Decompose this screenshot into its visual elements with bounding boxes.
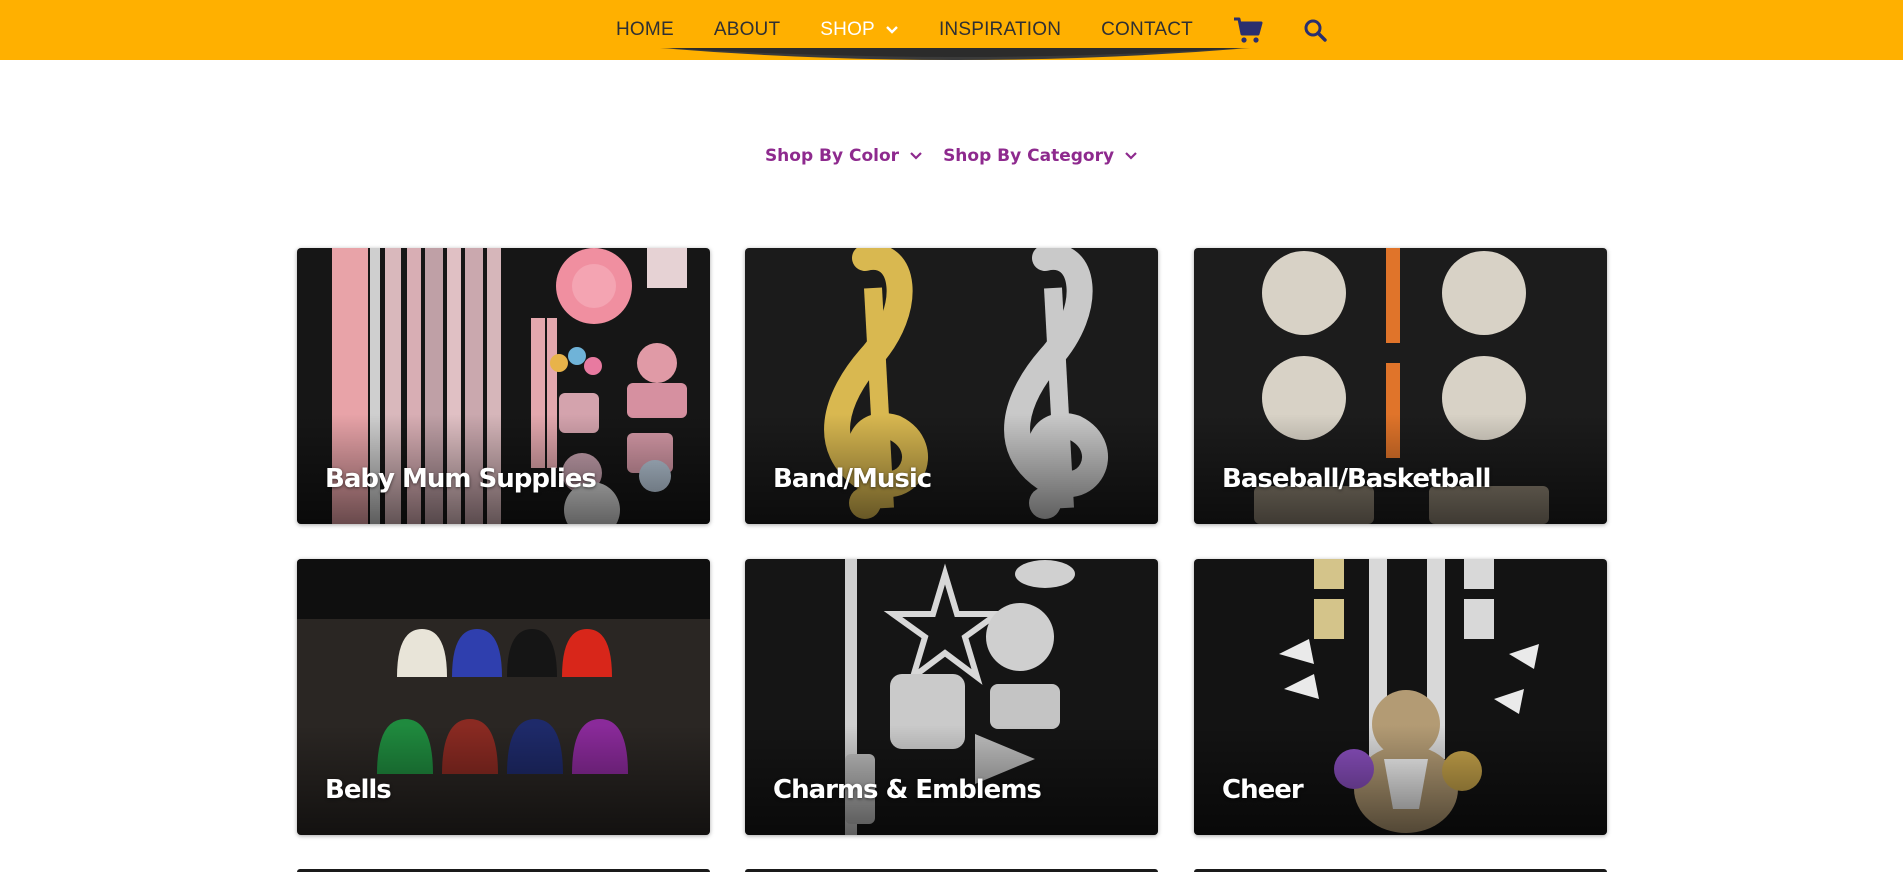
nav-shop[interactable]: SHOP xyxy=(820,19,899,41)
category-card-cheer[interactable]: Cheer xyxy=(1194,559,1607,835)
shop-filters: Shop By Color Shop By Category xyxy=(0,146,1903,166)
shop-by-color-label: Shop By Color xyxy=(764,146,900,166)
chevron-down-icon xyxy=(910,152,922,160)
category-label: Cheer xyxy=(1222,775,1304,805)
chevron-down-icon xyxy=(1125,152,1137,160)
cart-button[interactable] xyxy=(1233,16,1263,44)
nav-home[interactable]: HOME xyxy=(616,19,674,41)
shop-by-color-dropdown[interactable]: Shop By Color xyxy=(765,146,923,166)
category-card-baby-mum-supplies[interactable]: Baby Mum Supplies xyxy=(297,248,710,524)
search-icon xyxy=(1304,19,1327,42)
shop-by-category-dropdown[interactable]: Shop By Category xyxy=(943,146,1138,166)
category-label: Band/Music xyxy=(773,464,932,494)
category-label: Baby Mum Supplies xyxy=(325,464,597,494)
nav-shop-label: SHOP xyxy=(820,19,875,40)
category-card-baseball-basketball[interactable]: Baseball/Basketball xyxy=(1194,248,1607,524)
category-label: Baseball/Basketball xyxy=(1222,464,1491,494)
search-button[interactable] xyxy=(1303,18,1327,42)
category-card-charms-emblems[interactable]: Charms & Emblems xyxy=(745,559,1158,835)
nav-about-label: ABOUT xyxy=(713,19,781,40)
nav-about[interactable]: ABOUT xyxy=(714,19,780,41)
nav-inspiration-label: INSPIRATION xyxy=(938,19,1062,40)
chevron-down-icon xyxy=(886,26,898,34)
category-label: Bells xyxy=(325,775,392,805)
main-nav: HOME ABOUT SHOP INSPIRATION CONTACT xyxy=(0,0,1903,60)
category-card-bells[interactable]: Bells xyxy=(297,559,710,835)
nav-inspiration[interactable]: INSPIRATION xyxy=(939,19,1061,41)
shopping-cart-icon xyxy=(1233,17,1263,43)
category-label: Charms & Emblems xyxy=(773,775,1042,805)
category-card-band-music[interactable]: Band/Music xyxy=(745,248,1158,524)
shop-by-category-label: Shop By Category xyxy=(943,146,1115,166)
nav-contact-label: CONTACT xyxy=(1101,19,1193,40)
nav-home-label: HOME xyxy=(616,19,674,40)
nav-contact[interactable]: CONTACT xyxy=(1101,19,1193,41)
